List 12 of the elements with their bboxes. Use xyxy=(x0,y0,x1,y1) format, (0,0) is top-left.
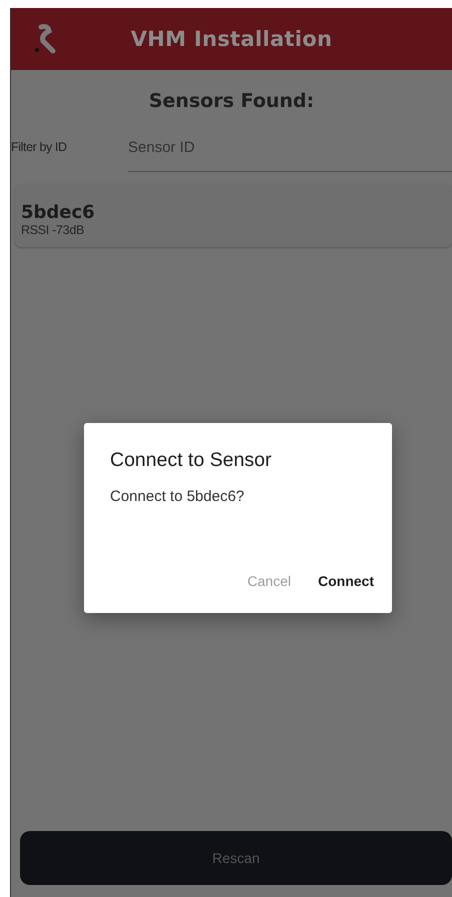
rescan-button[interactable]: Rescan xyxy=(20,831,452,885)
sensor-id: 5bdec6 xyxy=(21,203,96,223)
dialog-message: Connect to 5bdec6? xyxy=(110,488,246,505)
sensor-id-field[interactable]: Sensor ID xyxy=(128,128,452,172)
sensor-card[interactable]: 5bdec6 RSSI -73dB xyxy=(15,184,452,247)
filter-label: Filter by ID xyxy=(11,139,68,154)
section-heading: Sensors Found: xyxy=(148,90,316,112)
connect-button[interactable]: Connect xyxy=(318,573,374,589)
dialog-title: Connect to Sensor xyxy=(110,449,273,472)
rssi-reading: RSSI -73dB xyxy=(21,223,86,237)
app-title: VHM Installation xyxy=(130,27,334,51)
cancel-button[interactable]: Cancel xyxy=(247,573,291,589)
